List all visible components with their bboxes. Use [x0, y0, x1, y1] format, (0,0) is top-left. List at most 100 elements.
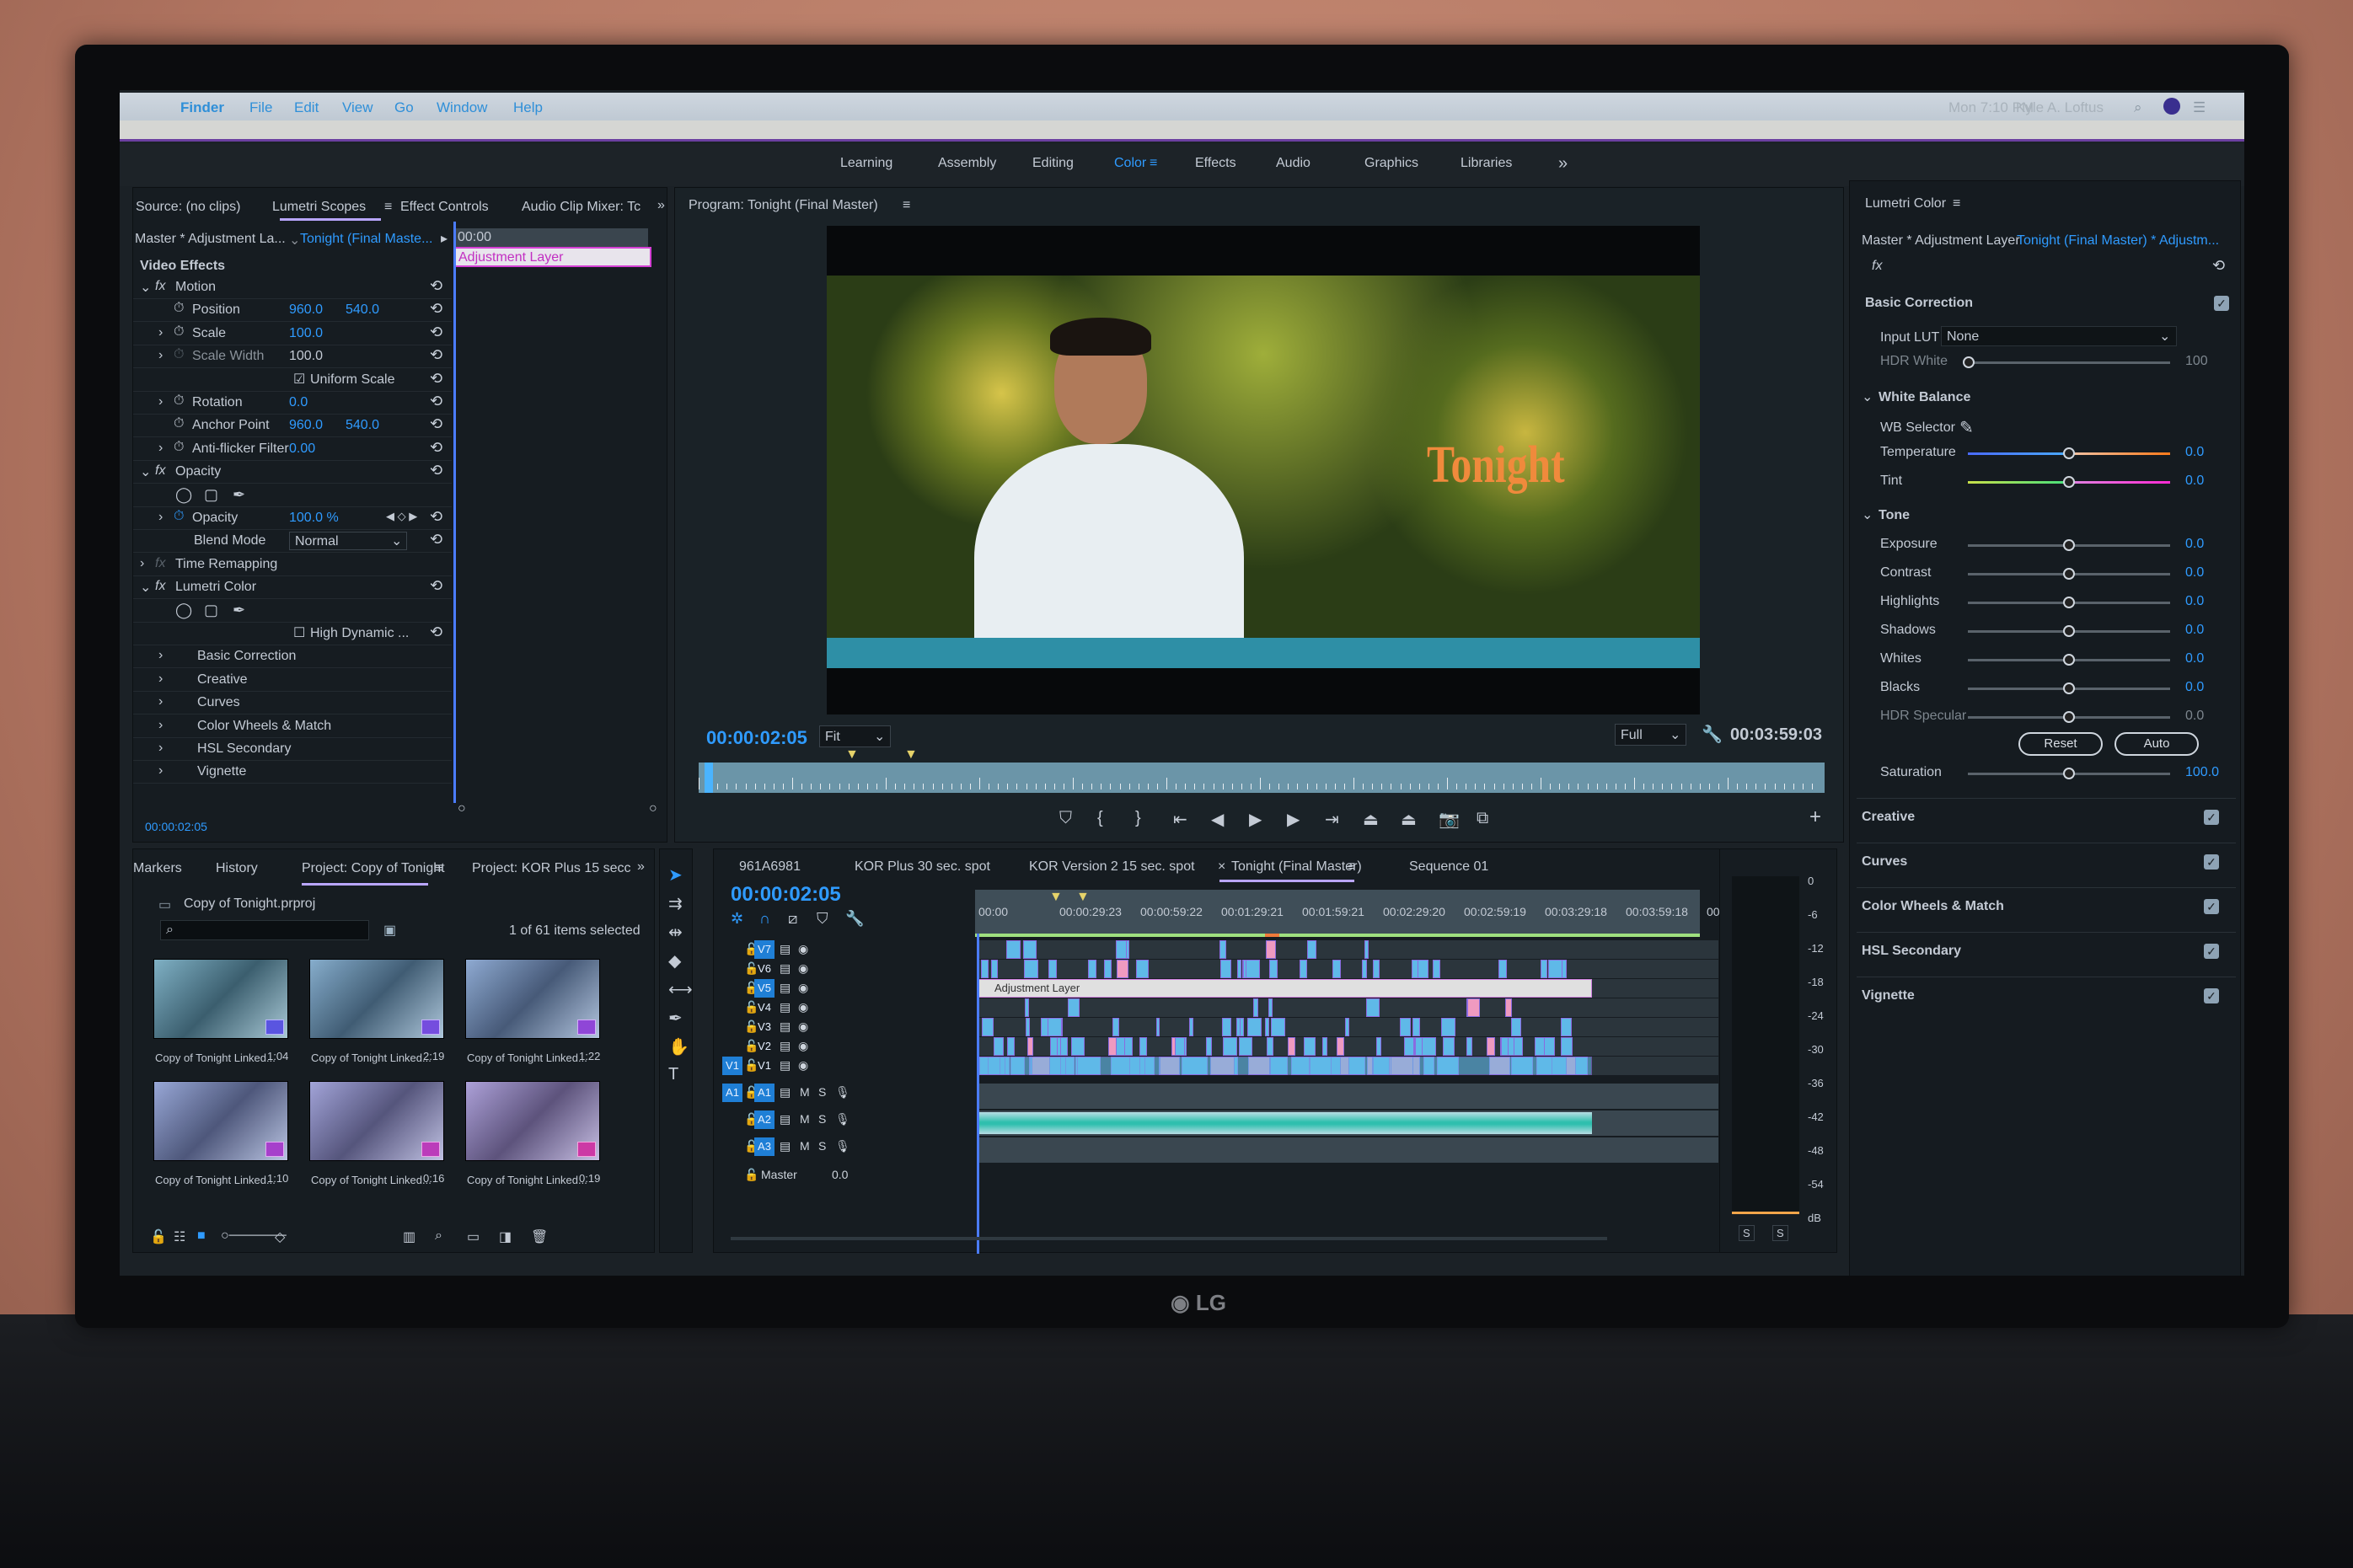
clip[interactable] — [1155, 1018, 1160, 1036]
clip[interactable] — [1103, 960, 1112, 978]
stopwatch-icon[interactable]: ⏱ — [174, 440, 184, 455]
blend-mode-dropdown[interactable]: Normal ⌄ — [289, 532, 407, 551]
clip[interactable] — [1238, 1037, 1253, 1056]
clip[interactable] — [1511, 1018, 1521, 1036]
clip[interactable] — [1116, 960, 1129, 978]
workspace-tab-assembly[interactable]: Assembly — [938, 156, 996, 171]
highlights-value[interactable]: 0.0 — [2185, 594, 2204, 609]
video-track-v3[interactable] — [977, 1018, 1718, 1036]
track-target-v7[interactable]: V7 — [754, 940, 775, 959]
clip[interactable] — [1321, 1037, 1327, 1056]
sync-lock-icon[interactable]: ▤ — [780, 1112, 791, 1126]
list-view-icon[interactable]: ☷ — [174, 1228, 185, 1245]
effect-value[interactable]: 100.0 — [289, 349, 323, 364]
track-target-v1[interactable]: V1 — [754, 1057, 775, 1075]
solo-button[interactable]: S — [818, 1112, 826, 1126]
sync-lock-icon[interactable]: ▤ — [780, 961, 791, 976]
step-back-button[interactable]: ◀ — [1211, 809, 1224, 830]
fx-icon[interactable]: fx — [155, 463, 165, 479]
clip[interactable] — [1505, 998, 1513, 1017]
clip[interactable] — [1269, 960, 1278, 978]
zoom-handle-right[interactable]: ○ — [649, 801, 657, 816]
tab-effect-controls[interactable]: Effect Controls — [400, 200, 489, 215]
tint-slider[interactable] — [1968, 476, 2170, 488]
video-track-v1[interactable] — [977, 1057, 1718, 1075]
reset-icon[interactable]: ⟲ — [430, 370, 442, 388]
exposure-slider[interactable] — [1968, 539, 2170, 551]
chevron-right-icon[interactable]: › — [158, 325, 163, 340]
add-marker-icon[interactable]: ⧄ — [788, 910, 797, 928]
marker-icon[interactable]: ▼ — [904, 747, 918, 763]
clip[interactable] — [1412, 1018, 1420, 1036]
basic-correction-checkbox[interactable]: ✓ — [2214, 296, 2229, 311]
clip[interactable] — [1332, 960, 1341, 978]
clip[interactable] — [1304, 1037, 1316, 1056]
track-target-v4[interactable]: V4 — [754, 998, 775, 1017]
track-target-a1[interactable]: A1 — [754, 1084, 775, 1102]
reset-icon[interactable]: ⟲ — [430, 277, 442, 295]
checkbox[interactable]: ☑ — [293, 371, 305, 388]
slider-knob[interactable] — [2063, 768, 2075, 779]
chevron-right-icon[interactable]: › — [158, 394, 163, 409]
hdr-white-value[interactable]: 100 — [2185, 354, 2208, 369]
snap-icon[interactable]: ✲ — [731, 910, 743, 928]
pen-tool-icon[interactable]: ✒ — [668, 1008, 683, 1029]
clip[interactable] — [1307, 940, 1317, 959]
menu-item-file[interactable]: File — [249, 99, 272, 116]
slider-knob[interactable] — [1963, 356, 1975, 368]
sync-lock-icon[interactable]: ▤ — [780, 1019, 791, 1034]
clip[interactable] — [1366, 998, 1380, 1017]
effect-value[interactable]: 540.0 — [346, 302, 379, 318]
section-curves[interactable]: Curves — [1862, 854, 1907, 870]
chevron-down-icon[interactable]: ⌄ — [140, 463, 151, 480]
timeline-ruler[interactable]: 00:00 00:00:29:23 00:00:59:22 00:01:29:21 00… — [975, 890, 1720, 936]
more-panels-button[interactable]: » — [657, 198, 665, 213]
contrast-slider[interactable] — [1968, 568, 2170, 580]
go-to-out-button[interactable]: ⇥ — [1325, 809, 1339, 830]
timeline-timecode[interactable]: 00:00:02:05 — [731, 883, 841, 907]
reset-icon[interactable]: ⟲ — [430, 300, 442, 318]
notification-center-icon[interactable]: ☰ — [2193, 99, 2206, 116]
clip[interactable] — [1547, 960, 1562, 978]
highlights-slider[interactable] — [1968, 597, 2170, 608]
mute-button[interactable]: M — [800, 1112, 810, 1126]
mute-button[interactable]: M — [800, 1085, 810, 1099]
audio-track-a2[interactable] — [977, 1110, 1718, 1136]
clip[interactable] — [1023, 960, 1038, 978]
video-track-v2[interactable] — [977, 1037, 1718, 1056]
section-checkbox[interactable]: ✓ — [2204, 899, 2219, 914]
settings-wrench-icon[interactable]: 🔧 — [845, 910, 864, 928]
razor-tool-icon[interactable]: ◆ — [668, 950, 681, 971]
reset-icon[interactable]: ⟲ — [430, 393, 442, 410]
clip[interactable] — [1026, 1018, 1030, 1036]
chevron-right-icon[interactable]: › — [158, 510, 163, 525]
temperature-value[interactable]: 0.0 — [2185, 445, 2204, 460]
tab-project-kor-plus[interactable]: Project: KOR Plus 15 secc — [472, 861, 631, 876]
lift-button[interactable]: ⏏ — [1363, 809, 1379, 830]
master-volume-value[interactable]: 0.0 — [832, 1168, 848, 1181]
eye-icon[interactable]: ◉ — [798, 981, 808, 995]
clip[interactable] — [1560, 1018, 1572, 1036]
linked-selection-icon[interactable]: ∩ — [759, 910, 770, 928]
effect-timecode[interactable]: 00:00:02:05 — [145, 820, 207, 833]
play-only-icon[interactable]: ▸ — [441, 230, 448, 247]
sequence-tab[interactable]: KOR Plus 30 sec. spot — [855, 859, 990, 875]
effect-value[interactable]: 0.00 — [289, 442, 315, 457]
spotlight-icon[interactable]: ⌕ — [2134, 99, 2142, 116]
eye-icon[interactable]: ◉ — [798, 961, 808, 976]
close-tab-icon[interactable]: × — [1218, 859, 1225, 875]
chevron-down-icon[interactable]: ⌄ — [1862, 388, 1873, 405]
folder-up-icon[interactable]: ▭ — [158, 896, 171, 913]
reset-icon[interactable]: ⟲ — [430, 508, 442, 526]
chevron-down-icon[interactable]: ⌄ — [289, 232, 300, 249]
sync-lock-icon[interactable]: ▤ — [780, 1139, 791, 1153]
scrubber-playhead[interactable] — [704, 763, 713, 793]
tab-audio-clip-mixer[interactable]: Audio Clip Mixer: Tc — [522, 200, 641, 215]
menu-item-window[interactable]: Window — [437, 99, 487, 116]
clip[interactable] — [1561, 1037, 1573, 1056]
clip[interactable] — [977, 1057, 1592, 1075]
effect-value[interactable]: 100.0 — [289, 326, 323, 341]
menu-item-edit[interactable]: Edit — [294, 99, 319, 116]
add-marker-button[interactable]: ⛉ — [1059, 809, 1072, 828]
solo-button[interactable]: S — [818, 1085, 826, 1099]
